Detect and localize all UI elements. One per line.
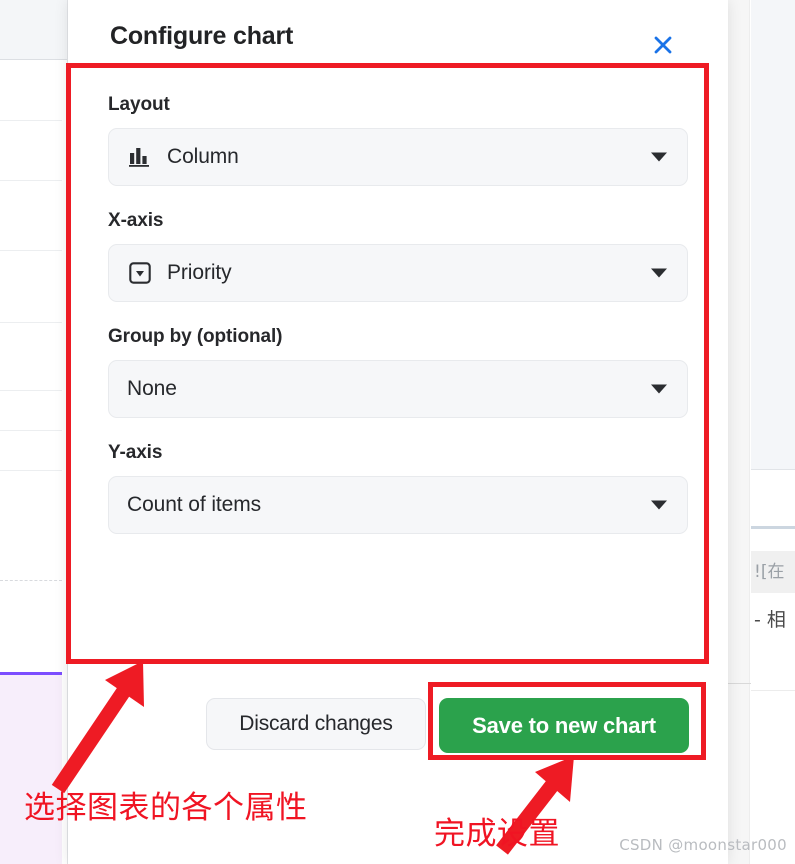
- y-axis-select[interactable]: Count of items: [108, 476, 688, 534]
- chevron-down-icon: [651, 152, 667, 162]
- field-group-group-by: Group by (optional) None: [108, 326, 688, 418]
- select-property-icon: [127, 260, 153, 286]
- table-row-divider: [0, 390, 62, 391]
- field-group-y-axis: Y-axis Count of items: [108, 442, 688, 534]
- table-row-divider: [0, 470, 62, 471]
- document-rule: [751, 526, 795, 529]
- document-gutter: [727, 0, 750, 864]
- modal-header: Configure chart: [68, 0, 728, 66]
- table-row-divider: [0, 250, 62, 251]
- group-by-select-value: None: [127, 377, 177, 400]
- field-label-y-axis: Y-axis: [108, 442, 163, 463]
- document-card: [751, 0, 795, 470]
- configure-chart-modal: Configure chart Layout Column X-axis Pri…: [68, 0, 728, 864]
- field-label-x-axis: X-axis: [108, 210, 164, 231]
- x-axis-select-value: Priority: [167, 261, 232, 284]
- document-divider: [727, 683, 751, 684]
- chevron-down-icon: [651, 500, 667, 510]
- table-row-divider: [0, 120, 62, 121]
- field-group-x-axis: X-axis Priority: [108, 210, 688, 302]
- background-document-strip: ![在 - 相: [727, 0, 795, 864]
- chart-config-form: Layout Column X-axis Priority Group by (…: [68, 66, 728, 558]
- layout-select[interactable]: Column: [108, 128, 688, 186]
- field-label-group-by: Group by (optional): [108, 326, 283, 347]
- table-row-divider: [0, 180, 62, 181]
- table-selected-row[interactable]: [0, 672, 62, 864]
- document-code-fragment: ![在: [751, 551, 795, 593]
- document-card-secondary: [751, 471, 795, 549]
- table-row-divider: [0, 430, 62, 431]
- table-header-cell: [0, 0, 67, 60]
- field-label-layout: Layout: [108, 94, 170, 115]
- y-axis-select-value: Count of items: [127, 493, 261, 516]
- close-icon[interactable]: [646, 28, 680, 62]
- group-by-select[interactable]: None: [108, 360, 688, 418]
- table-row-divider: [0, 322, 62, 323]
- modal-footer: Discard changes Save to new chart: [68, 690, 728, 770]
- field-group-layout: Layout Column: [108, 94, 688, 186]
- chevron-down-icon: [651, 384, 667, 394]
- screenshot-root: ![在 - 相 Configure chart Layout Column X-…: [0, 0, 795, 864]
- chevron-down-icon: [651, 268, 667, 278]
- watermark: CSDN @moonstar000: [619, 836, 787, 854]
- page-title: Configure chart: [110, 22, 294, 50]
- discard-changes-button[interactable]: Discard changes: [206, 698, 426, 750]
- document-text-fragment: - 相: [754, 609, 786, 631]
- save-to-new-chart-button[interactable]: Save to new chart: [439, 698, 689, 753]
- table-row-divider-dashed: [0, 580, 62, 581]
- layout-select-value: Column: [167, 145, 239, 168]
- bar-chart-icon: [127, 144, 153, 170]
- x-axis-select[interactable]: Priority: [108, 244, 688, 302]
- background-table-strip: [0, 0, 68, 864]
